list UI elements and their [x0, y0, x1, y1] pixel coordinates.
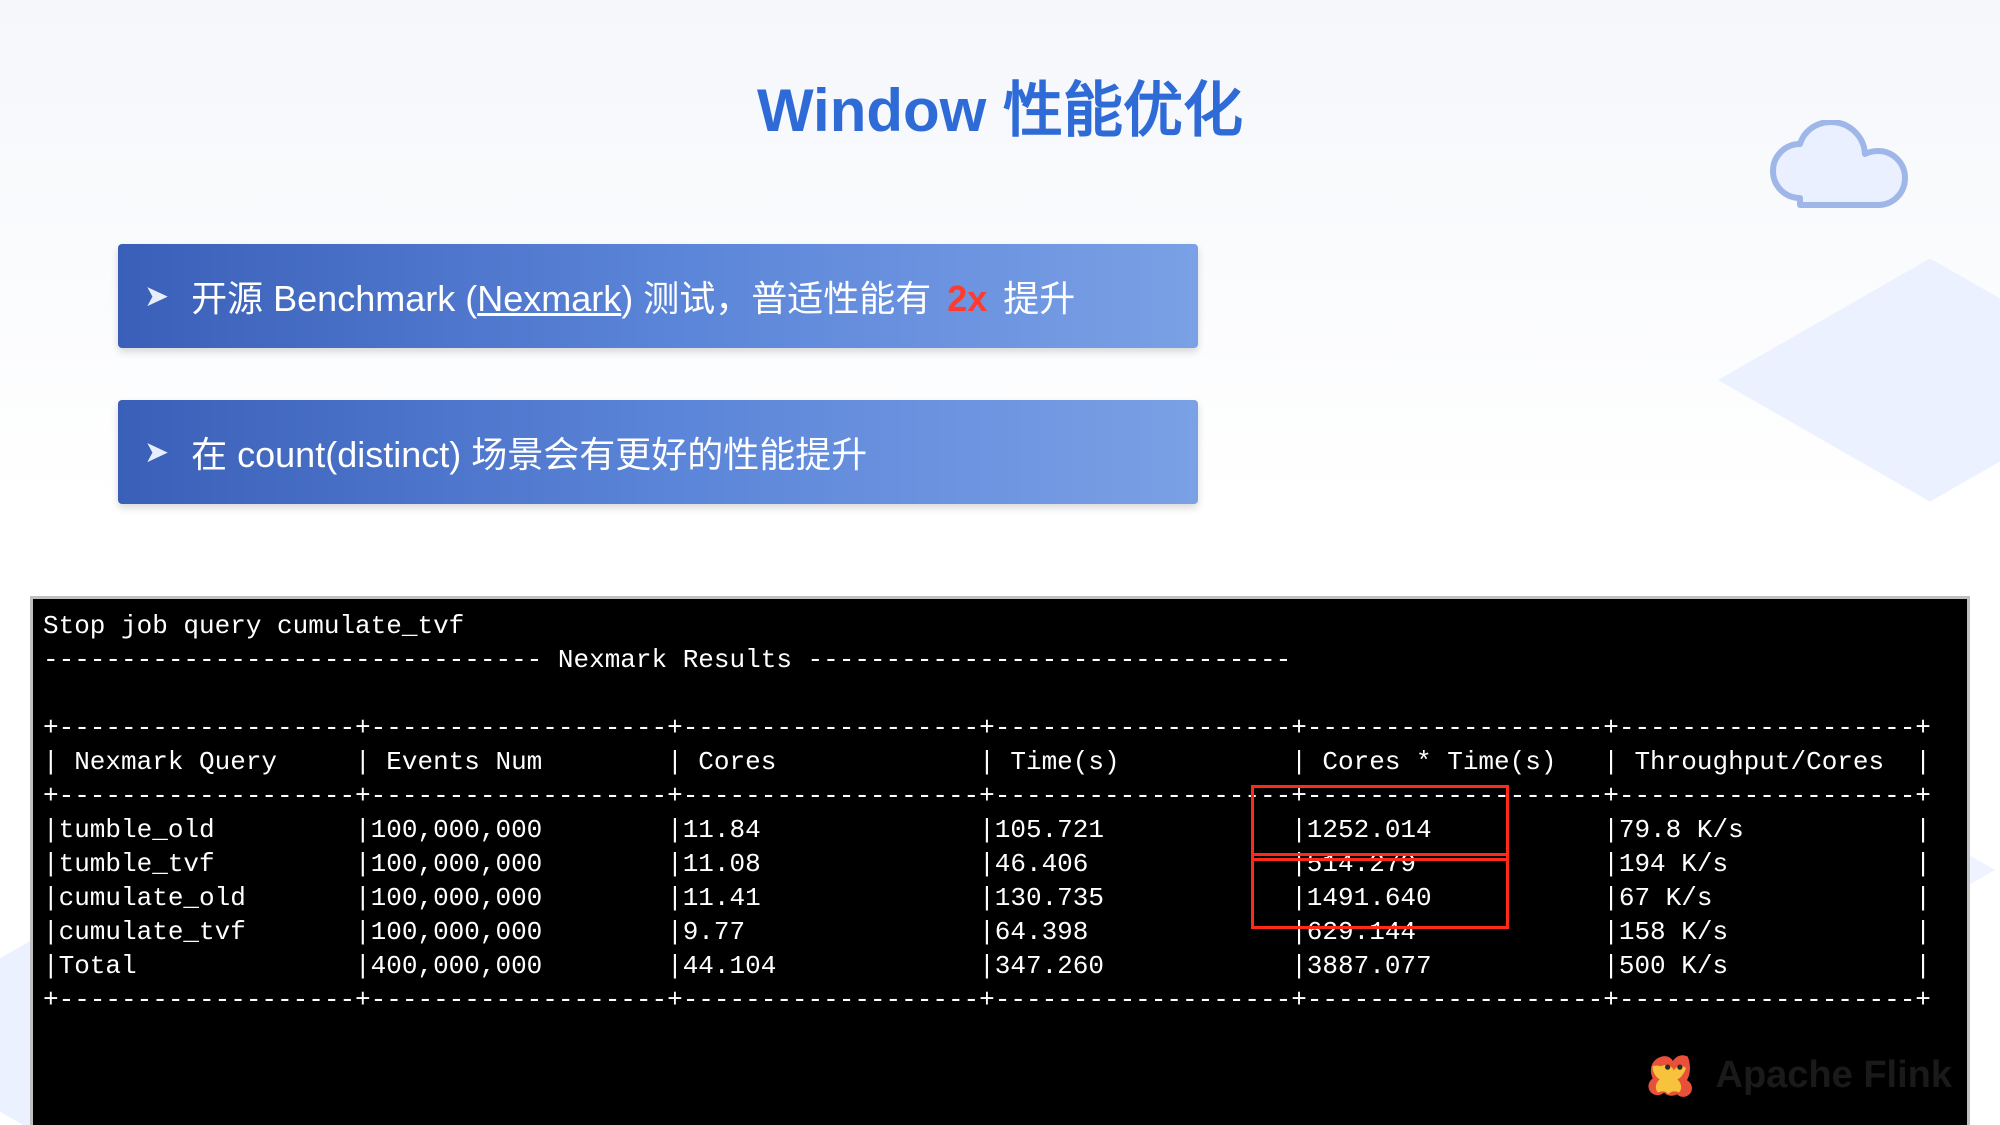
nexmark-link[interactable]: Nexmark — [477, 278, 621, 319]
terminal-line: |cumulate_tvf |100,000,000 |9.77 |64.398… — [43, 917, 1931, 947]
terminal-line: |cumulate_old |100,000,000 |11.41 |130.7… — [43, 883, 1931, 913]
terminal-line: -------------------------------- Nexmark… — [43, 645, 1291, 675]
bullet-text: 开源 Benchmark (Nexmark) 测试，普适性能有 2x 提升 — [191, 270, 1075, 322]
terminal-line: +-------------------+-------------------… — [43, 985, 1931, 1015]
decorative-cube — [1718, 258, 2000, 501]
bullet-text: 在 count(distinct) 场景会有更好的性能提升 — [191, 426, 867, 478]
flink-squirrel-icon — [1644, 1047, 1700, 1103]
bullet-benchmark: ➤ 开源 Benchmark (Nexmark) 测试，普适性能有 2x 提升 — [118, 244, 1198, 348]
slide-title: Window 性能优化 — [0, 62, 2000, 149]
bullet-count-distinct: ➤ 在 count(distinct) 场景会有更好的性能提升 — [118, 400, 1198, 504]
terminal-line: |tumble_old |100,000,000 |11.84 |105.721… — [43, 815, 1931, 845]
chevron-right-icon: ➤ — [144, 435, 169, 470]
terminal-line: |Total |400,000,000 |44.104 |347.260 |38… — [43, 951, 1931, 981]
terminal-line: Stop job query cumulate_tvf — [43, 611, 464, 641]
speedup-highlight: 2x — [947, 278, 987, 319]
terminal-output: Stop job query cumulate_tvf ------------… — [30, 596, 1970, 1125]
footer-logo: Apache Flink — [1644, 1047, 1953, 1103]
chevron-right-icon: ➤ — [144, 279, 169, 314]
terminal-line: |tumble_tvf |100,000,000 |11.08 |46.406 … — [43, 849, 1931, 879]
terminal-line: +-------------------+-------------------… — [43, 781, 1931, 811]
terminal-line: | Nexmark Query | Events Num | Cores | T… — [43, 747, 1931, 777]
slide: Window 性能优化 ➤ 开源 Benchmark (Nexmark) 测试，… — [0, 0, 2000, 1125]
terminal-line: +-------------------+-------------------… — [43, 713, 1931, 743]
footer-text: Apache Flink — [1716, 1054, 1953, 1097]
